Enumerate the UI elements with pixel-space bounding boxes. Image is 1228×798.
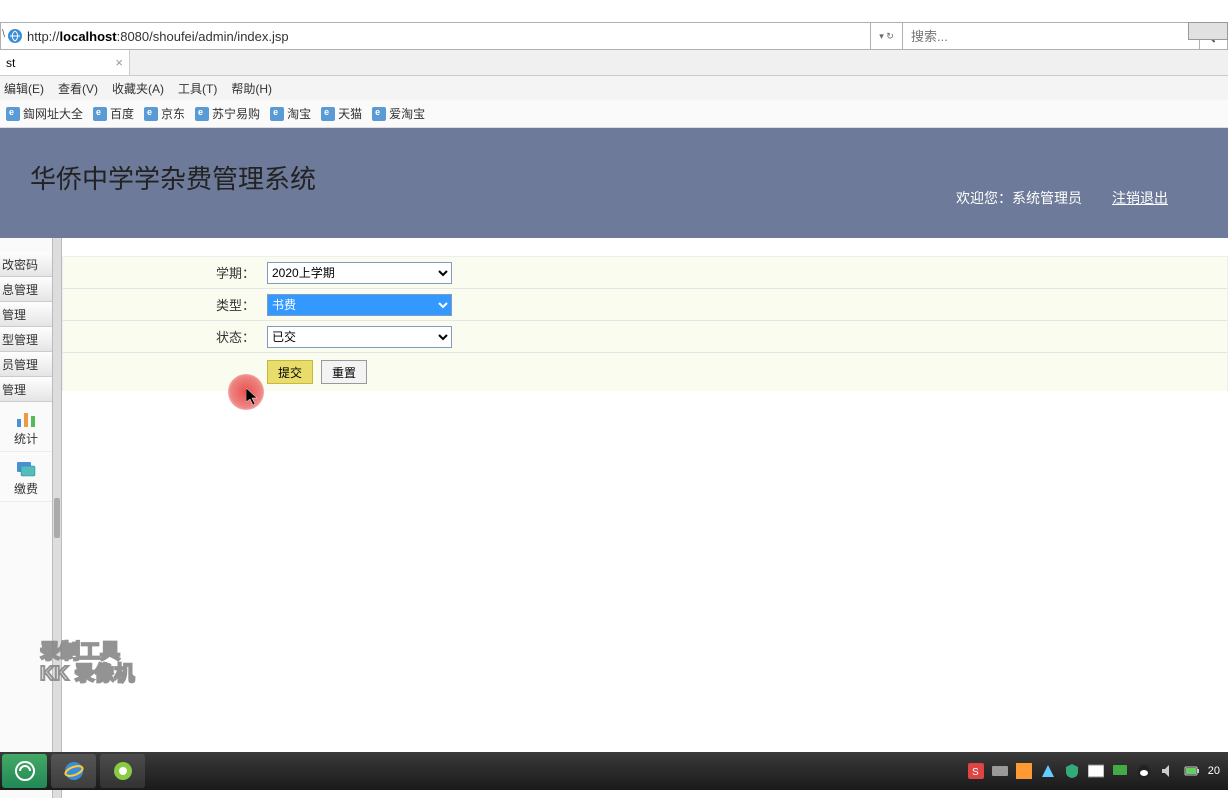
- tray-app-icon[interactable]: [1016, 763, 1032, 779]
- address-row: http://localhost:8080/shoufei/admin/inde…: [0, 22, 1228, 50]
- ie-icon: [7, 28, 23, 44]
- tray-flag-icon[interactable]: [1088, 763, 1104, 779]
- tray-clock[interactable]: 20: [1208, 765, 1220, 777]
- menu-help[interactable]: 帮助(H): [231, 80, 272, 97]
- bookmark-item[interactable]: 淘宝: [268, 105, 313, 122]
- url-display: http://localhost:8080/shoufei/admin/inde…: [27, 29, 289, 44]
- site-icon: [270, 107, 284, 121]
- taskbar-ie[interactable]: [51, 754, 96, 788]
- svg-text:S: S: [972, 767, 979, 778]
- tray-battery-icon[interactable]: [1184, 763, 1200, 779]
- splitter-handle-icon: [54, 498, 60, 538]
- taskbar-app[interactable]: [100, 754, 145, 788]
- semester-select[interactable]: 2020上学期: [267, 262, 452, 284]
- tray-monitor-icon[interactable]: [1112, 763, 1128, 779]
- row-type: 类型： 书费: [63, 289, 1227, 321]
- address-bar[interactable]: http://localhost:8080/shoufei/admin/inde…: [1, 23, 871, 49]
- submit-button[interactable]: 提交: [267, 360, 313, 384]
- browser-tab[interactable]: st ×: [0, 50, 130, 75]
- sidebar-corner: \: [2, 28, 5, 40]
- type-select[interactable]: 书费: [267, 294, 452, 316]
- sidebar-item-member[interactable]: 员管理: [0, 352, 52, 377]
- sidebar-item-info[interactable]: 息管理: [0, 277, 52, 302]
- page-title: 华侨中学学杂费管理系统: [30, 159, 316, 196]
- ie-icon: [62, 759, 86, 783]
- search-bar[interactable]: [903, 23, 1199, 49]
- sidebar-item-pay[interactable]: 缴费: [0, 452, 52, 502]
- welcome-block: 欢迎您：系统管理员 注销退出: [956, 188, 1168, 208]
- stats-icon: [14, 406, 38, 430]
- bookmark-item[interactable]: 苏宁易购: [193, 105, 262, 122]
- semester-label: 学期：: [63, 263, 263, 282]
- app-body: \ 改密码 息管理 管理 型管理 员管理 管理 统计 缴费 学期： 2020上学…: [0, 238, 1228, 798]
- row-status: 状态： 已交: [63, 321, 1227, 353]
- menu-bar: 编辑(E) 查看(V) 收藏夹(A) 工具(T) 帮助(H): [0, 76, 1228, 100]
- pay-icon: [14, 456, 38, 480]
- sidebar-item-password[interactable]: 改密码: [0, 252, 52, 277]
- tray-qq-icon[interactable]: [1136, 763, 1152, 779]
- start-icon: [14, 760, 36, 782]
- sidebar-item-manage1[interactable]: 管理: [0, 302, 52, 327]
- site-icon: [195, 107, 209, 121]
- sidebar-item-type[interactable]: 型管理: [0, 327, 52, 352]
- button-row: 提交 重置: [63, 353, 1227, 391]
- tab-row: st ×: [0, 50, 1228, 76]
- tray-shield-icon[interactable]: [1064, 763, 1080, 779]
- type-label: 类型：: [63, 295, 263, 314]
- tray-network-icon[interactable]: [1040, 763, 1056, 779]
- site-icon: [93, 107, 107, 121]
- filter-form: 学期： 2020上学期 类型： 书费 状态： 已交 提交 重置: [62, 256, 1228, 391]
- bookmark-item[interactable]: 百度: [91, 105, 136, 122]
- tab-title: st: [6, 56, 15, 70]
- window-controls[interactable]: [1188, 22, 1228, 40]
- menu-edit[interactable]: 编辑(E): [4, 80, 44, 97]
- bookmark-item[interactable]: 京东: [142, 105, 187, 122]
- bookmark-item[interactable]: 爱淘宝: [370, 105, 427, 122]
- bookmark-bar: 鍧网址大全 百度 京东 苏宁易购 淘宝 天猫 爱淘宝: [0, 100, 1228, 128]
- site-icon: [144, 107, 158, 121]
- bookmark-item[interactable]: 鍧网址大全: [4, 105, 85, 122]
- tray-keyboard-icon[interactable]: [992, 763, 1008, 779]
- main-content: 学期： 2020上学期 类型： 书费 状态： 已交 提交 重置: [62, 238, 1228, 798]
- bookmark-item[interactable]: 天猫: [319, 105, 364, 122]
- sidebar-item-manage2[interactable]: 管理: [0, 377, 52, 402]
- start-button[interactable]: [2, 754, 47, 788]
- row-semester: 学期： 2020上学期: [63, 257, 1227, 289]
- status-select[interactable]: 已交: [267, 326, 452, 348]
- sidebar-item-stats[interactable]: 统计: [0, 402, 52, 452]
- taskbar: S 20: [0, 752, 1228, 790]
- menu-favorites[interactable]: 收藏夹(A): [112, 80, 164, 97]
- status-label: 状态：: [63, 327, 263, 346]
- logout-link[interactable]: 注销退出: [1112, 188, 1168, 208]
- splitter[interactable]: [52, 238, 62, 798]
- search-input[interactable]: [911, 29, 1191, 44]
- app-header: 华侨中学学杂费管理系统 欢迎您：系统管理员 注销退出: [0, 128, 1228, 238]
- menu-tools[interactable]: 工具(T): [178, 80, 217, 97]
- tray-volume-icon[interactable]: [1160, 763, 1176, 779]
- reset-button[interactable]: 重置: [321, 360, 367, 384]
- close-icon[interactable]: ×: [115, 55, 123, 70]
- welcome-text: 欢迎您：系统管理员: [956, 188, 1082, 208]
- app-icon: [112, 760, 134, 782]
- site-icon: [372, 107, 386, 121]
- sidebar-nav: \ 改密码 息管理 管理 型管理 员管理 管理 统计 缴费: [0, 238, 52, 798]
- system-tray: S 20: [968, 763, 1228, 779]
- menu-view[interactable]: 查看(V): [58, 80, 98, 97]
- refresh-controls[interactable]: ▾ ↻: [871, 23, 903, 49]
- tray-ime-icon[interactable]: S: [968, 763, 984, 779]
- site-icon: [6, 107, 20, 121]
- site-icon: [321, 107, 335, 121]
